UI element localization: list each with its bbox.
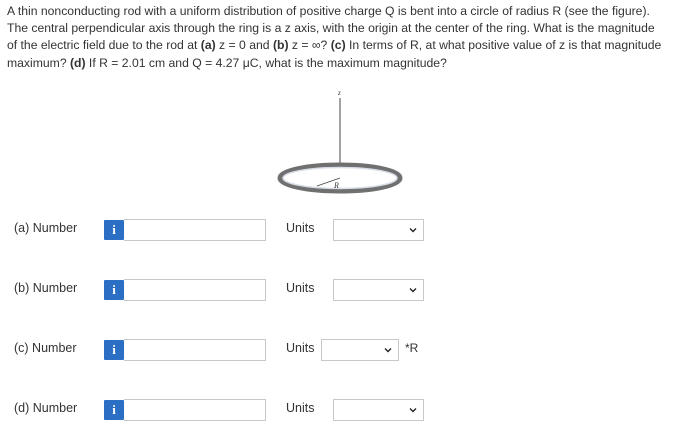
units-select-a[interactable] [333,219,424,241]
row-label-a: (a) Number [14,221,78,235]
question-text: A thin nonconducting rod with a uniform … [7,3,683,72]
info-icon[interactable]: i [104,220,124,240]
charged-ring-figure: z R [277,89,403,194]
number-input-a[interactable] [124,219,266,241]
number-input-c[interactable] [124,339,266,361]
chevron-down-icon [409,228,417,233]
units-select-c[interactable] [321,339,399,361]
info-icon[interactable]: i [104,340,124,360]
info-icon[interactable]: i [104,400,124,420]
chevron-down-icon [409,288,417,293]
question-line-4: maximum? (d) If R = 2.01 cm and Q = 4.27… [7,55,447,70]
answer-row-c: (c) Number i Units *R [0,335,689,365]
units-select-d[interactable] [333,399,424,421]
z-axis-label: z [337,89,341,97]
row-label-d: (d) Number [14,401,78,415]
unit-suffix-r: *R [405,341,419,355]
chevron-down-icon [409,408,417,413]
question-line-1: A thin nonconducting rod with a uniform … [7,4,650,18]
answer-row-b: (b) Number i Units [0,275,689,305]
question-line-3: of the electric field due to the rod at … [7,38,662,53]
units-label-a: Units [286,221,315,235]
units-label-c: Units [286,341,315,355]
answer-row-d: (d) Number i Units [0,395,689,425]
number-input-b[interactable] [124,279,266,301]
units-select-b[interactable] [333,279,424,301]
radius-label: R [333,181,339,190]
info-icon[interactable]: i [104,280,124,300]
units-label-b: Units [286,281,315,295]
row-label-c: (c) Number [14,341,77,355]
units-label-d: Units [286,401,315,415]
row-label-b: (b) Number [14,281,78,295]
chevron-down-icon [384,348,392,353]
answer-row-a: (a) Number i Units [0,215,689,245]
question-line-2: The central perpendicular axis through t… [7,21,655,36]
number-input-d[interactable] [124,399,266,421]
